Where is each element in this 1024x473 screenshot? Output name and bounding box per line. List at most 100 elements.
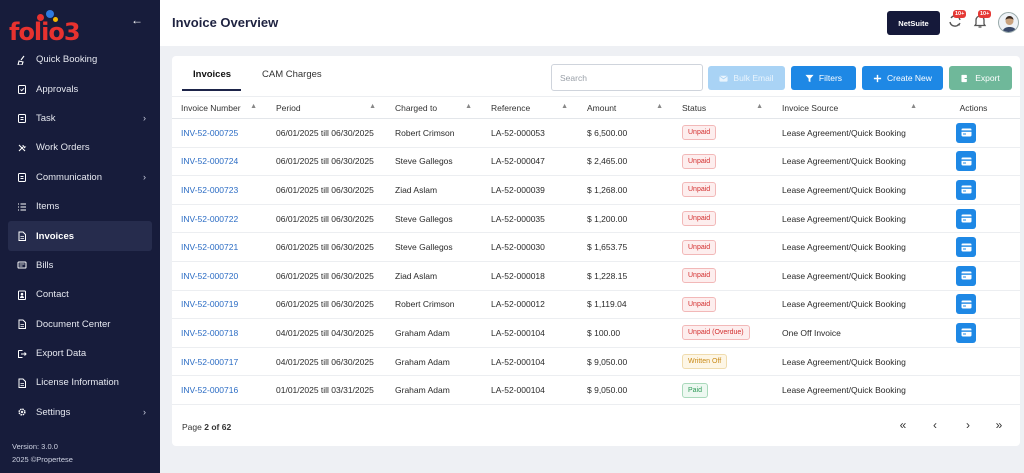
column-header-reference[interactable]: Reference ▲ (482, 96, 578, 119)
invoice-number-link[interactable]: INV-52-000718 (172, 318, 267, 348)
notifications-button[interactable]: 10+ (972, 10, 992, 31)
sort-icon[interactable]: ▲ (561, 103, 568, 110)
sync-button[interactable]: 10+ (947, 10, 967, 31)
first-page-button[interactable]: « (896, 418, 910, 432)
invoice-number-link[interactable]: INV-52-000716 (172, 375, 267, 405)
table-row[interactable]: INV-52-000725 06/01/2025 till 06/30/2025 R… (172, 118, 1020, 148)
payment-action-button[interactable] (956, 322, 976, 343)
status-badge: Unpaid (682, 182, 717, 198)
table-row[interactable]: INV-52-000719 06/01/2025 till 06/30/2025 R… (172, 290, 1020, 320)
sidebar-item-communication[interactable]: Communication › (8, 163, 152, 192)
user-avatar[interactable] (998, 12, 1019, 33)
amount-cell: $ 6,500.00 (578, 118, 673, 148)
reference-cell: LA-52-000030 (482, 232, 578, 262)
charged-to-cell: Robert Crimson (386, 290, 482, 320)
payment-action-button[interactable] (956, 208, 976, 229)
tab-invoices[interactable]: Invoices (193, 69, 231, 80)
prev-page-button[interactable]: ‹ (928, 418, 942, 432)
amount-cell: $ 1,228.15 (578, 261, 673, 291)
column-header-label: Invoice Number (181, 102, 241, 113)
sidebar-item-items[interactable]: Items (8, 192, 152, 221)
charged-to-cell: Graham Adam (386, 318, 482, 348)
sidebar-item-bills[interactable]: Bills (8, 251, 152, 280)
status-cell: Unpaid (673, 147, 773, 177)
sort-icon[interactable]: ▲ (369, 103, 376, 110)
column-header-amount[interactable]: Amount ▲ (578, 96, 673, 119)
payment-action-button[interactable] (956, 294, 976, 315)
sidebar-item-settings[interactable]: Settings › (8, 398, 152, 427)
sidebar-item-approvals[interactable]: Approvals (8, 74, 152, 103)
column-header-label: Reference (491, 102, 531, 113)
column-header-period[interactable]: Period ▲ (267, 96, 386, 119)
sort-icon[interactable]: ▲ (910, 103, 917, 110)
netsuite-button[interactable]: NetSuite (887, 11, 940, 35)
period-cell: 06/01/2025 till 06/30/2025 (267, 175, 386, 205)
column-header-invoice-number[interactable]: Invoice Number ▲ (172, 96, 267, 119)
payment-action-button[interactable] (956, 237, 976, 258)
table-row[interactable]: INV-52-000720 06/01/2025 till 06/30/2025 Z… (172, 261, 1020, 291)
bulk-email-button[interactable]: Bulk Email (708, 66, 785, 90)
sort-icon[interactable]: ▲ (465, 103, 472, 110)
actions-cell (927, 261, 1020, 291)
status-cell: Written Off (673, 347, 773, 377)
period-cell: 04/01/2025 till 06/30/2025 (267, 347, 386, 377)
invoice-number-link[interactable]: INV-52-000724 (172, 147, 267, 177)
filters-button[interactable]: Filters (791, 66, 856, 90)
column-header-invoice-source[interactable]: Invoice Source ▲ (773, 96, 927, 119)
folio3-logo[interactable]: folio3 (9, 10, 89, 46)
sidebar-item-label: Communication (36, 171, 102, 183)
top-header: Invoice Overview NetSuite 10+ 10+ (160, 0, 1024, 46)
column-header-charged-to[interactable]: Charged to ▲ (386, 96, 482, 119)
table-row[interactable]: INV-52-000723 06/01/2025 till 06/30/2025 Z… (172, 175, 1020, 205)
invoice-number-link[interactable]: INV-52-000725 (172, 118, 267, 148)
period-cell: 06/01/2025 till 06/30/2025 (267, 204, 386, 234)
sidebar-item-document-center[interactable]: Document Center (8, 310, 152, 339)
sort-icon[interactable]: ▲ (250, 103, 257, 110)
next-page-button[interactable]: › (961, 418, 975, 432)
tools-icon (17, 143, 27, 153)
sidebar-item-contact[interactable]: Contact (8, 280, 152, 309)
amount-cell: $ 100.00 (578, 318, 673, 348)
status-cell: Unpaid (673, 261, 773, 291)
sidebar-item-invoices[interactable]: Invoices (8, 221, 152, 251)
sort-icon[interactable]: ▲ (656, 103, 663, 110)
credit-card-icon (961, 214, 971, 223)
column-header-status[interactable]: Status ▲ (673, 96, 773, 119)
payment-action-button[interactable] (956, 265, 976, 286)
table-row[interactable]: INV-52-000721 06/01/2025 till 06/30/2025 S… (172, 232, 1020, 262)
payment-action-button[interactable] (956, 179, 976, 200)
invoice-number-link[interactable]: INV-52-000719 (172, 290, 267, 320)
document-icon (17, 378, 27, 388)
payment-action-button[interactable] (956, 151, 976, 172)
search-input[interactable] (551, 64, 703, 91)
create-new-button[interactable]: Create New (862, 66, 943, 90)
sidebar-item-license-information[interactable]: License Information (8, 368, 152, 397)
actions-cell (927, 175, 1020, 205)
tab-cam-charges[interactable]: CAM Charges (262, 69, 322, 80)
invoice-number-link[interactable]: INV-52-000723 (172, 175, 267, 205)
sidebar-item-export-data[interactable]: Export Data (8, 339, 152, 368)
table-row[interactable]: INV-52-000722 06/01/2025 till 06/30/2025 S… (172, 204, 1020, 234)
sidebar-item-task[interactable]: Task › (8, 104, 152, 133)
table-row[interactable]: INV-52-000716 01/01/2025 till 03/31/2025 G… (172, 375, 1020, 405)
sort-icon[interactable]: ▲ (756, 103, 763, 110)
reference-cell: LA-52-000104 (482, 347, 578, 377)
invoice-number-link[interactable]: INV-52-000721 (172, 232, 267, 262)
invoice-number-link[interactable]: INV-52-000720 (172, 261, 267, 291)
collapse-sidebar-arrow-icon[interactable]: ← (131, 13, 143, 27)
export-button[interactable]: Export (949, 66, 1012, 90)
gear-icon (17, 407, 27, 417)
page-label: Page (182, 422, 202, 432)
invoice-number-link[interactable]: INV-52-000722 (172, 204, 267, 234)
table-row[interactable]: INV-52-000718 04/01/2025 till 04/30/2025 G… (172, 318, 1020, 348)
status-badge: Unpaid (682, 296, 717, 312)
payment-action-button[interactable] (956, 122, 976, 143)
table-row[interactable]: INV-52-000717 04/01/2025 till 06/30/2025 G… (172, 347, 1020, 377)
sidebar-item-work-orders[interactable]: Work Orders (8, 133, 152, 162)
last-page-button[interactable]: » (992, 418, 1006, 432)
sidebar-item-quick-booking[interactable]: Quick Booking (8, 45, 152, 74)
invoice-number-link[interactable]: INV-52-000717 (172, 347, 267, 377)
amount-cell: $ 1,119.04 (578, 290, 673, 320)
sidebar-item-label: Items (36, 201, 60, 213)
table-row[interactable]: INV-52-000724 06/01/2025 till 06/30/2025 S… (172, 147, 1020, 177)
